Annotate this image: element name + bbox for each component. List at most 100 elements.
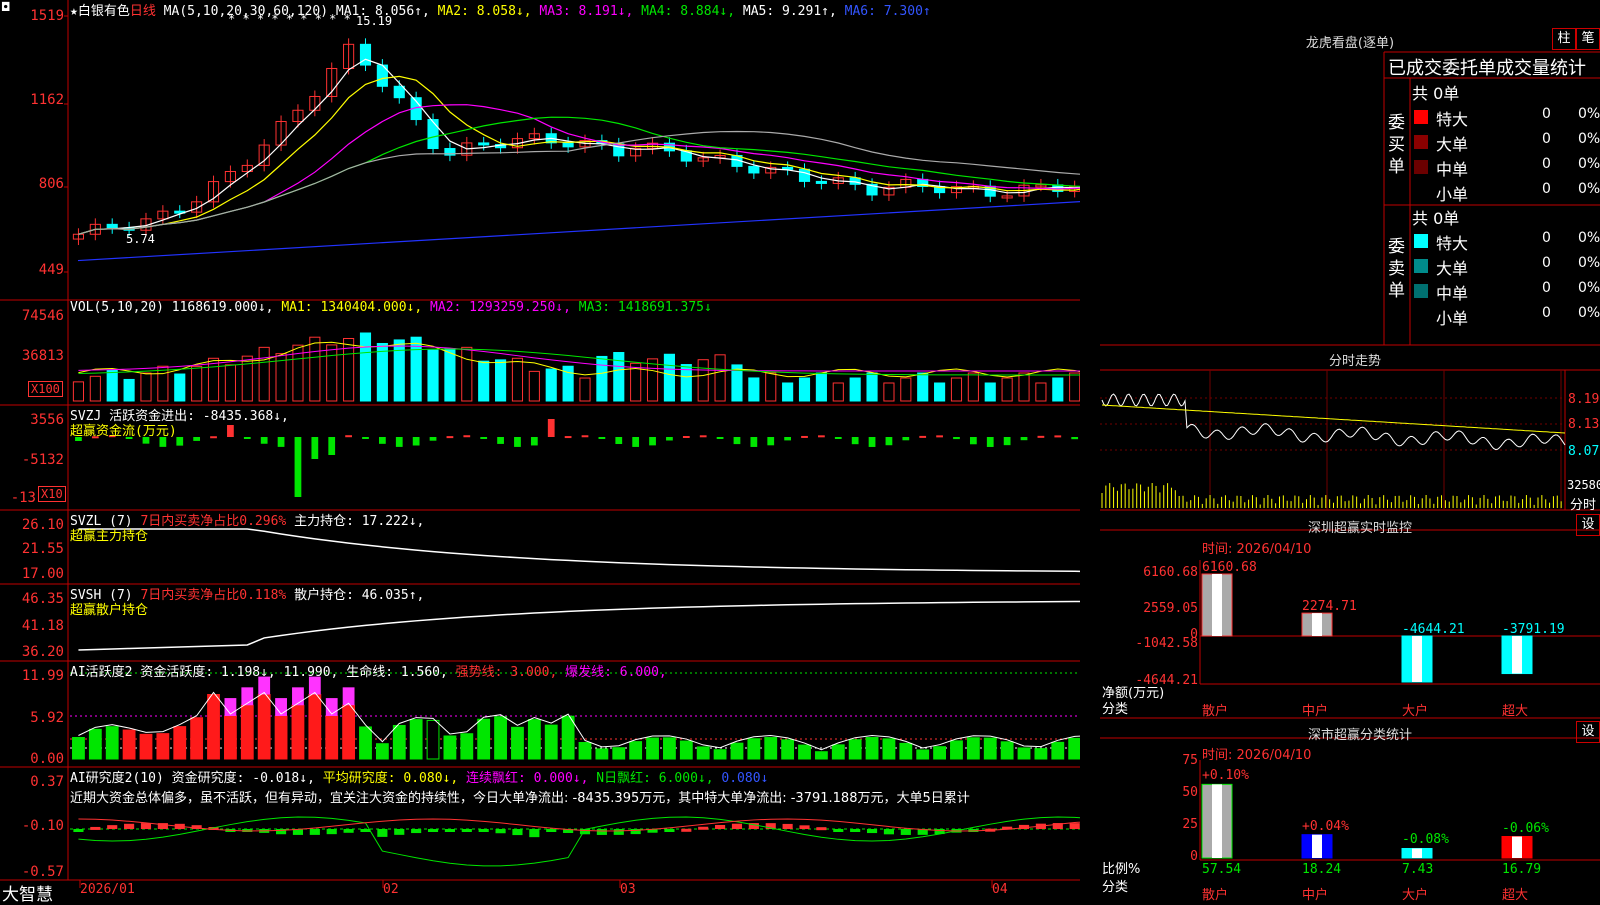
air-y-3: -0.57 (21, 864, 64, 880)
period-label[interactable]: 日线 (130, 4, 156, 19)
price-low-label: 5.74 (126, 232, 155, 246)
activity-bar (747, 738, 761, 760)
main-chart-svg[interactable] (0, 0, 1080, 900)
research-bar (1069, 823, 1080, 829)
flow-bar (480, 437, 488, 439)
tick-mode-button[interactable]: 笔 (1576, 28, 1600, 50)
ai-y-1: 11.99 (21, 668, 64, 684)
bar-mode-button[interactable]: 柱 (1552, 28, 1576, 50)
flow-bar (902, 437, 910, 441)
candle-body (478, 142, 490, 146)
sz-class-settings-button[interactable]: 设 (1576, 721, 1600, 743)
flow-bar (581, 435, 589, 438)
activity-burst-bar (342, 687, 355, 706)
intraday-y-2: 8.13 (1568, 417, 1600, 432)
research-bar (866, 829, 878, 834)
ai-active-value: 资金活跃度: 1.198↓, (140, 665, 276, 680)
flow-bar (362, 437, 369, 439)
activity-bar (72, 737, 85, 760)
sz-monitor-category: 中户 (1302, 704, 1329, 719)
menu-icon[interactable]: ◘ (2, 0, 9, 14)
research-bar (343, 829, 354, 833)
sz-class-change-label: -0.06% (1502, 820, 1549, 836)
volume-bar (1069, 372, 1080, 402)
buy-row-name: 小单 (1436, 185, 1469, 204)
activity-bar (933, 746, 946, 760)
flow-bar (328, 437, 336, 455)
research-bar (681, 828, 692, 832)
flow-bar (446, 436, 454, 439)
volume-bar (157, 365, 169, 402)
air-y-1: 0.37 (30, 774, 64, 790)
research-bar (427, 829, 439, 832)
sz-monitor-xlabel: 分类 (1102, 702, 1129, 717)
research-bar (833, 829, 844, 832)
buy-row-pct: 0% (1578, 131, 1600, 147)
sell-row-pct: 0% (1578, 255, 1600, 271)
buy-color-swatch (1414, 185, 1428, 199)
activity-bar (983, 737, 997, 760)
flow-bar (986, 437, 994, 447)
intraday-avg-line (1101, 404, 1566, 434)
activity-bar (595, 748, 609, 760)
sz-class-value-label: 57.54 (1202, 862, 1242, 877)
volume-bar (663, 353, 675, 402)
volume-bar (326, 344, 338, 402)
sell-row-name: 中单 (1436, 284, 1469, 303)
activity-bar (966, 737, 980, 760)
ai-strong-line: 强势线: 3.000, (455, 665, 558, 680)
sz-monitor-bar-label: -4644.21 (1402, 622, 1465, 637)
flow-bar (547, 419, 555, 437)
buy-color-swatch (1414, 135, 1428, 149)
flow-bar (1020, 437, 1028, 441)
flow-bar (767, 437, 775, 446)
activity-bar (105, 726, 119, 760)
flow-bar (885, 437, 893, 446)
flow-bar (1037, 435, 1045, 438)
dragon-subtitle: 已成交委托单成交量统计 (1388, 58, 1586, 79)
activity-bar (848, 739, 862, 760)
research-bar (596, 829, 607, 835)
sz-class-category: 中户 (1302, 888, 1329, 903)
svzl-y-1: 26.10 (21, 517, 64, 533)
svsh-sub: 超赢散户持仓 (70, 603, 149, 618)
sell-color-swatch (1414, 309, 1428, 323)
sell-row-name: 大单 (1436, 259, 1469, 278)
volume-bar (714, 354, 726, 402)
flow-bar (412, 437, 420, 446)
volume-bar (393, 339, 405, 402)
research-bar (664, 829, 675, 832)
svzl-ratio: 7日内买卖净占比0.296% (140, 514, 287, 529)
sz-class-category: 散户 (1202, 888, 1229, 903)
intraday-title[interactable]: 分时走势 (1280, 350, 1430, 369)
activity-bar (359, 726, 372, 760)
volume-bar (528, 370, 540, 402)
volume-bar (917, 372, 929, 402)
dragon-title: 龙虎看盘(逐单) (1305, 36, 1395, 51)
flow-bar (733, 437, 741, 445)
sell-row-value: 0 (1542, 305, 1551, 321)
volume-bar (748, 377, 760, 402)
volume-bar (832, 382, 844, 402)
volume-bar (359, 332, 372, 402)
retail-holding-line (78, 600, 1080, 651)
flow-bar (1071, 437, 1079, 440)
research-bar (529, 829, 540, 838)
sz-monitor-settings-button[interactable]: 设 (1576, 514, 1600, 536)
ai-research-avg: 平均研究度: 0.080↓, (322, 771, 459, 786)
flow-bar (632, 437, 640, 447)
volume-bar (174, 373, 186, 402)
activity-bar (139, 733, 153, 760)
sz-monitor-bar-highlight (1412, 636, 1422, 682)
activity-burst-bar (241, 687, 254, 706)
research-bar (731, 823, 743, 829)
flow-bar (395, 437, 403, 447)
buy-row-value: 0 (1542, 131, 1551, 147)
buy-row-name: 大单 (1436, 135, 1469, 154)
volume-bar (258, 346, 270, 402)
sell-total: 共 0单 (1412, 209, 1460, 228)
sz-class-value-label: 18.24 (1302, 862, 1342, 877)
ai-research-title: AI研究度2(10) (70, 771, 164, 786)
activity-bar (831, 744, 845, 760)
activity-bar (882, 738, 896, 760)
